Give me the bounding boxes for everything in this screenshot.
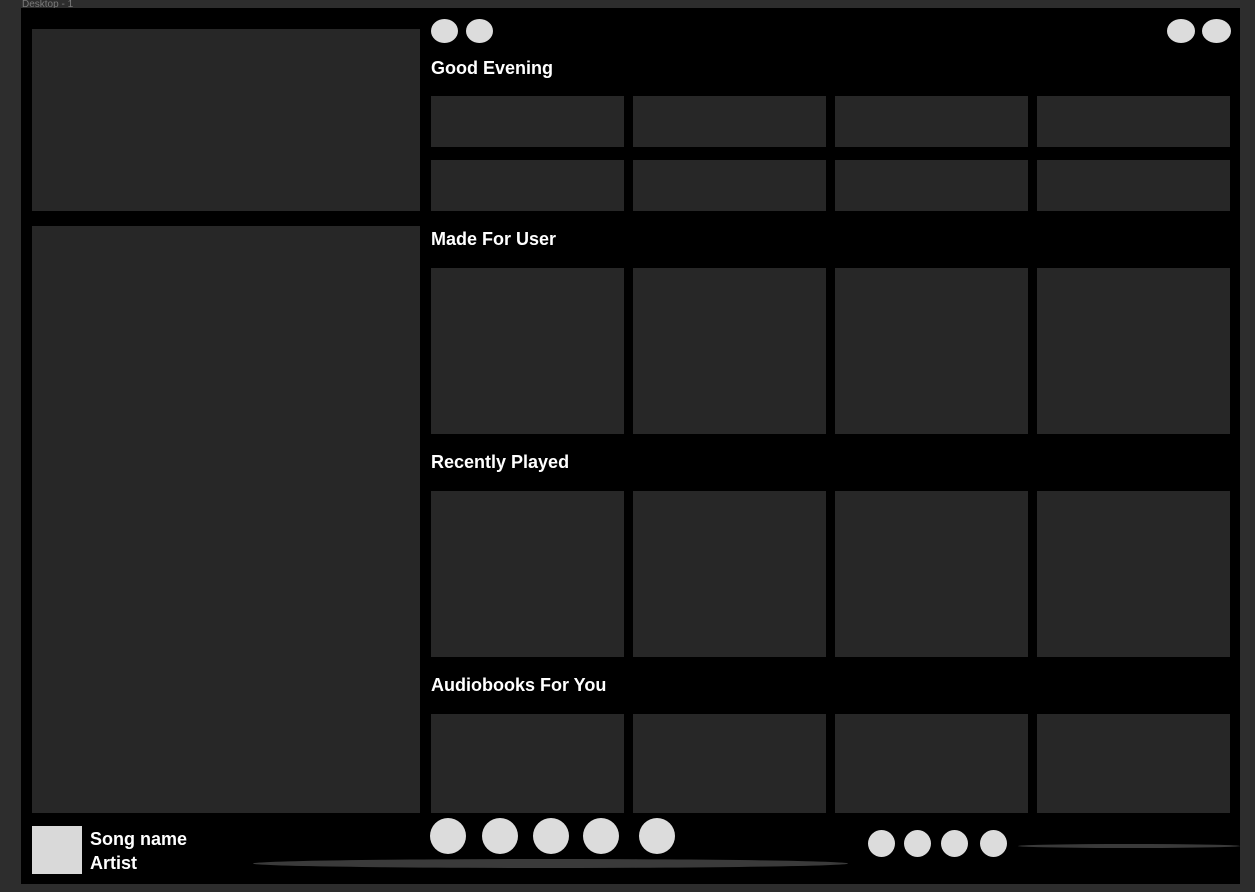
volume-slider[interactable] <box>1018 844 1240 848</box>
card-tile[interactable] <box>431 714 624 813</box>
card-tile[interactable] <box>1037 268 1230 434</box>
shortcut-tile[interactable] <box>835 96 1028 147</box>
shortcut-tile[interactable] <box>1037 96 1230 147</box>
song-name[interactable]: Song name <box>90 828 187 850</box>
shortcut-tile[interactable] <box>633 96 826 147</box>
sidebar-top-panel[interactable] <box>32 29 420 211</box>
album-art[interactable] <box>32 826 82 874</box>
progress-bar[interactable] <box>253 859 848 868</box>
volume-icon[interactable] <box>980 830 1007 857</box>
card-tile[interactable] <box>431 268 624 434</box>
shortcut-tile[interactable] <box>633 160 826 211</box>
profile-icon[interactable] <box>1202 19 1231 43</box>
card-tile[interactable] <box>1037 491 1230 657</box>
section-title-audiobooks: Audiobooks For You <box>431 675 607 695</box>
card-tile[interactable] <box>633 268 826 434</box>
card-tile[interactable] <box>633 714 826 813</box>
shortcut-tile[interactable] <box>835 160 1028 211</box>
card-tile[interactable] <box>1037 714 1230 813</box>
next-icon[interactable] <box>583 818 619 854</box>
devices-icon[interactable] <box>904 830 931 857</box>
shuffle-icon[interactable] <box>430 818 466 854</box>
shortcut-tile[interactable] <box>431 160 624 211</box>
notification-icon[interactable] <box>1167 19 1195 43</box>
back-icon[interactable] <box>431 19 458 43</box>
previous-icon[interactable] <box>482 818 518 854</box>
queue-icon[interactable] <box>868 830 895 857</box>
play-icon[interactable] <box>533 818 569 854</box>
section-title-recently-played: Recently Played <box>431 452 570 472</box>
app-window: Good Evening Made For User Recently Play… <box>21 8 1240 884</box>
forward-icon[interactable] <box>466 19 493 43</box>
section-title-good-evening: Good Evening <box>431 58 554 78</box>
sidebar-library-panel[interactable] <box>32 226 420 813</box>
card-tile[interactable] <box>835 714 1028 813</box>
card-tile[interactable] <box>633 491 826 657</box>
card-tile[interactable] <box>431 491 624 657</box>
repeat-icon[interactable] <box>639 818 675 854</box>
shortcut-tile[interactable] <box>431 96 624 147</box>
shortcut-tile[interactable] <box>1037 160 1230 211</box>
card-tile[interactable] <box>835 491 1028 657</box>
lyrics-icon[interactable] <box>941 830 968 857</box>
section-title-made-for-user: Made For User <box>431 229 557 249</box>
card-tile[interactable] <box>835 268 1028 434</box>
artist-name[interactable]: Artist <box>90 852 137 874</box>
